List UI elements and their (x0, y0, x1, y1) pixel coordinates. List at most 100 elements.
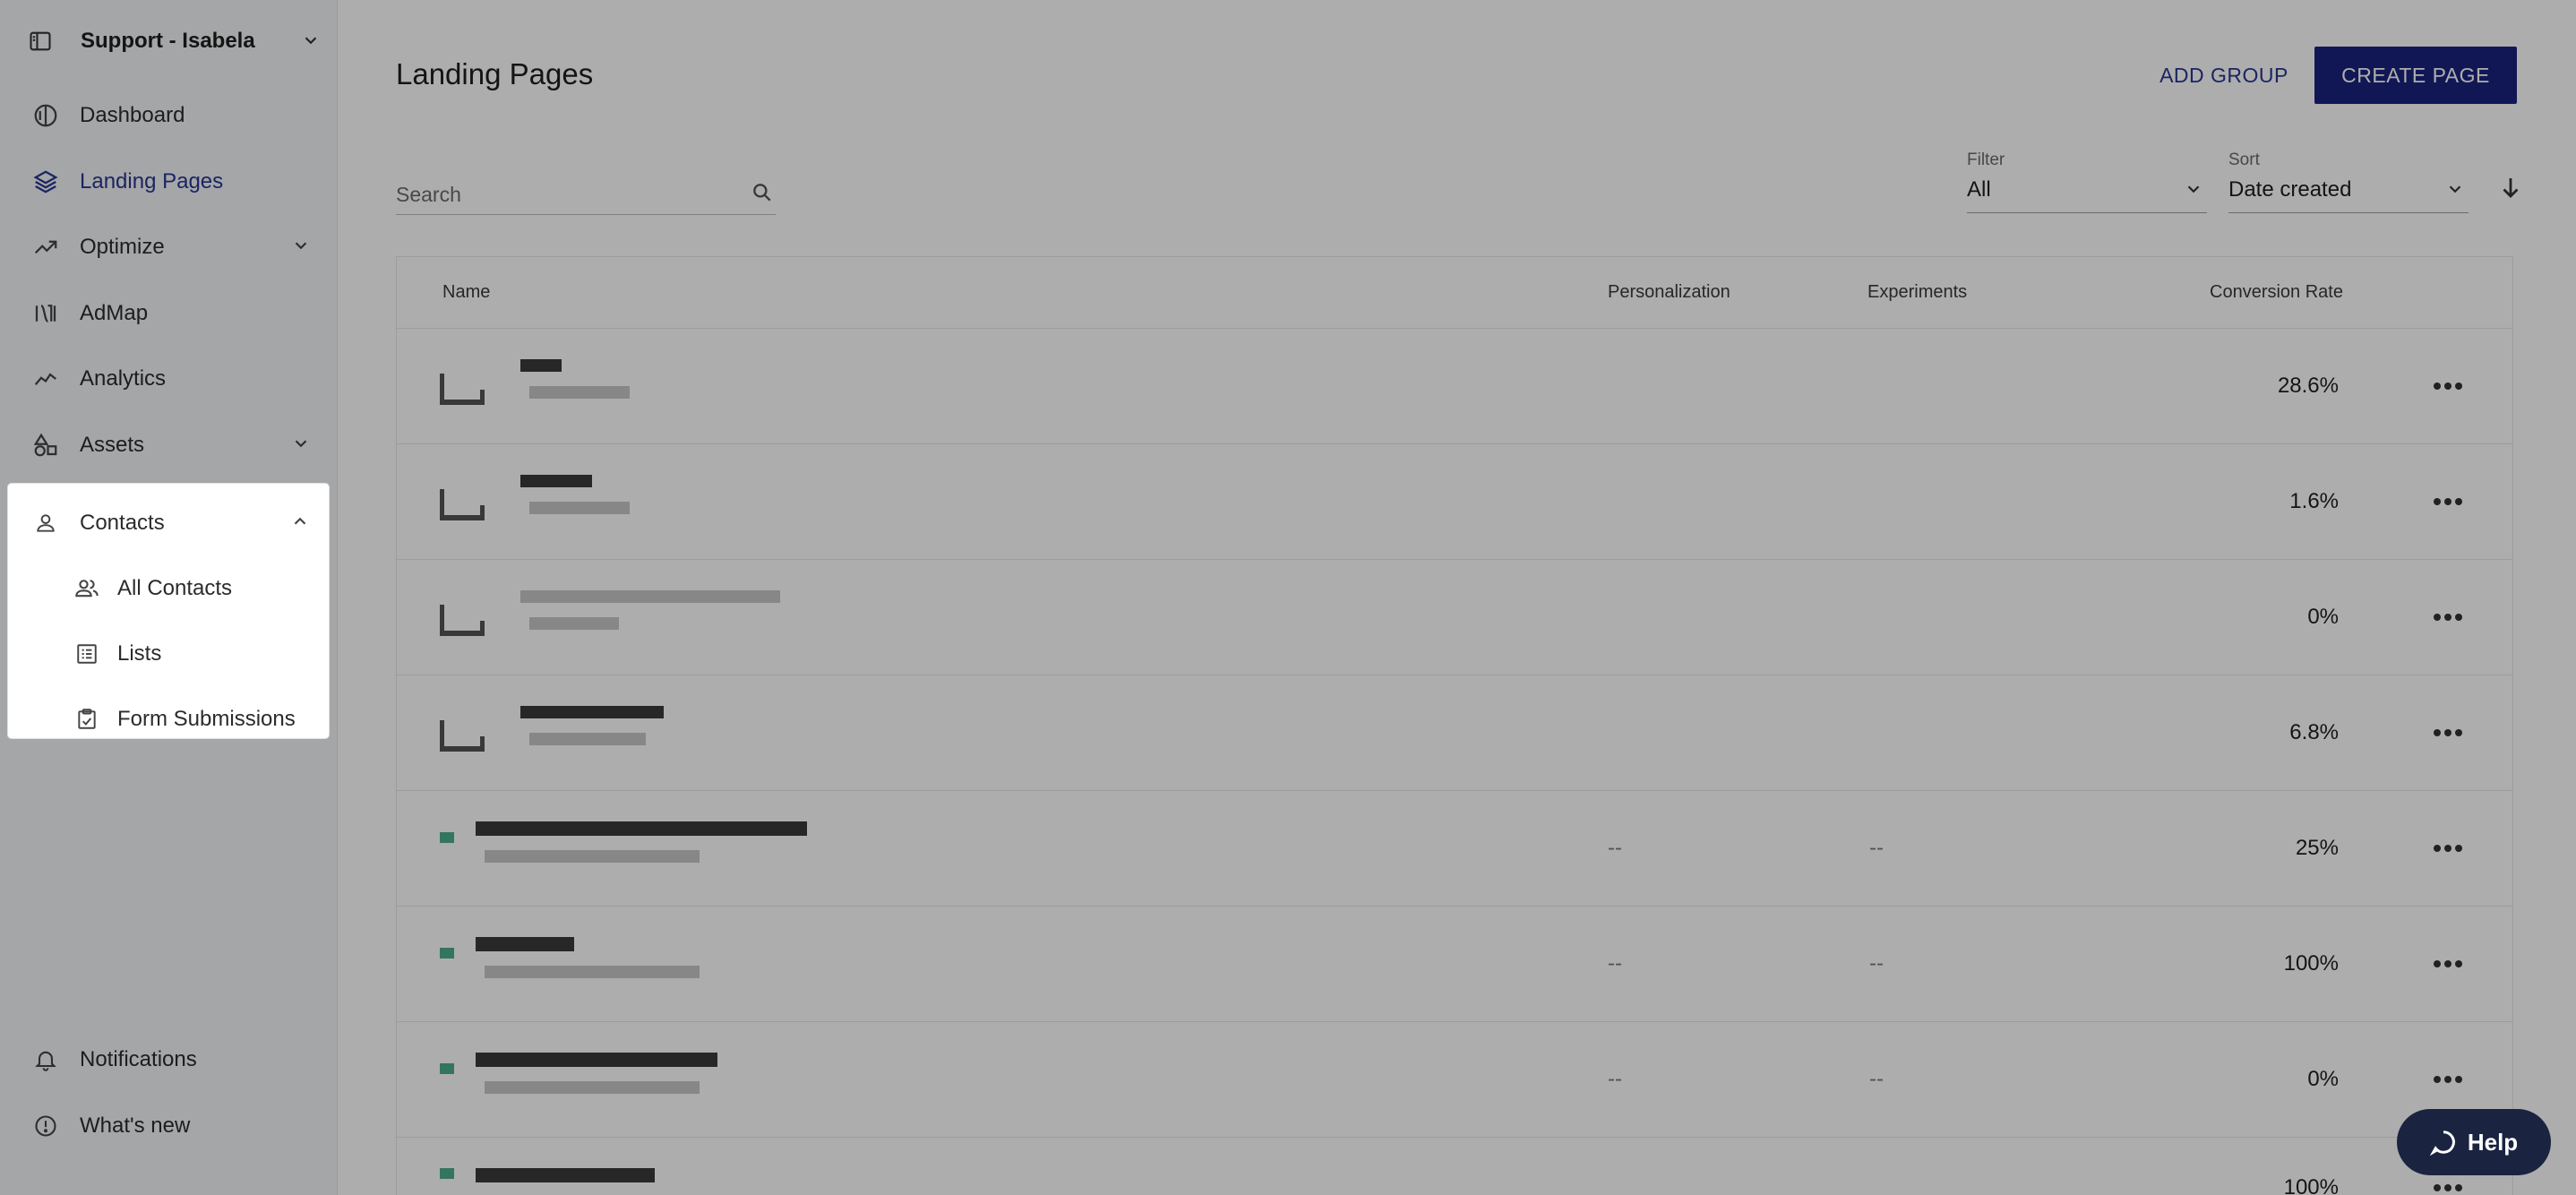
redacted-page-url (529, 617, 619, 630)
column-header-personalization[interactable]: Personalization (1608, 282, 1730, 303)
chevron-up-icon (290, 512, 310, 536)
help-label: Help (2467, 1128, 2519, 1156)
sidebar-item-assets[interactable]: Assets (0, 420, 338, 470)
landing-pages-table: Name Personalization Experiments Convers… (396, 256, 2513, 1195)
sidebar-item-label: Landing Pages (80, 169, 224, 193)
conversion-rate-cell: 0% (2307, 1067, 2339, 1091)
dashboard-icon (30, 100, 61, 131)
table-row[interactable]: 100% (397, 1138, 2512, 1195)
redacted-page-url (485, 1081, 700, 1094)
sidebar-item-dashboard[interactable]: Dashboard (0, 90, 338, 141)
sidebar-item-analytics[interactable]: Analytics (0, 354, 338, 404)
more-options-icon[interactable] (2432, 1182, 2464, 1193)
conversion-rate-cell: 100% (2283, 1175, 2339, 1195)
table-row[interactable]: -- -- 0% (397, 1022, 2512, 1138)
person-icon (30, 508, 61, 538)
page-thumbnail (440, 948, 454, 959)
page-thumbnail (440, 605, 485, 636)
redacted-page-url (529, 733, 646, 745)
table-row[interactable]: 6.8% (397, 675, 2512, 791)
filter-select[interactable]: Filter All (1967, 147, 2207, 213)
more-options-icon[interactable] (2432, 843, 2464, 854)
sidebar-item-lists[interactable]: Lists (0, 629, 321, 679)
sidebar-item-all-contacts[interactable]: All Contacts (0, 563, 321, 614)
create-page-button[interactable]: CREATE PAGE (2314, 47, 2517, 104)
sidebar-item-optimize[interactable]: Optimize (0, 222, 338, 272)
column-header-conversion-rate[interactable]: Conversion Rate (2210, 282, 2343, 303)
page-thumbnail (440, 720, 485, 752)
redacted-page-name (476, 937, 574, 951)
people-icon (72, 573, 102, 604)
experiments-cell: -- (1869, 1067, 1884, 1091)
conversion-rate-cell: 25% (2295, 836, 2339, 860)
chevron-down-icon (2184, 179, 2203, 203)
redacted-page-url (529, 502, 630, 514)
more-options-icon[interactable] (2432, 612, 2464, 623)
conversion-rate-cell: 100% (2283, 951, 2339, 976)
sidebar-item-label: Optimize (80, 235, 165, 259)
sidebar-item-notifications[interactable]: Notifications (0, 1035, 338, 1085)
sidebar-toggle-icon (25, 26, 56, 56)
sidebar-item-label: AdMap (80, 301, 149, 325)
page-thumbnail (440, 489, 485, 520)
sidebar-item-landing-pages[interactable]: Landing Pages (0, 157, 338, 207)
table-row[interactable]: 1.6% (397, 444, 2512, 560)
sidebar-item-label: What's new (80, 1113, 191, 1138)
sidebar-item-label: Assets (80, 433, 145, 457)
filter-value: All (1967, 177, 1991, 202)
sidebar-item-label: Dashboard (80, 103, 185, 127)
redacted-page-url (485, 966, 700, 978)
more-options-icon[interactable] (2432, 727, 2464, 738)
admap-icon (30, 298, 61, 329)
redacted-page-name (476, 821, 807, 836)
redacted-page-name (520, 359, 562, 372)
add-group-button[interactable]: ADD GROUP (2139, 47, 2309, 104)
table-row[interactable]: -- -- 25% (397, 791, 2512, 907)
more-options-icon[interactable] (2432, 381, 2464, 391)
redacted-page-name (520, 590, 780, 603)
sidebar-item-admap[interactable]: AdMap (0, 288, 338, 339)
sidebar-item-whats-new[interactable]: What's new (0, 1101, 338, 1151)
search-input[interactable]: Search (396, 176, 776, 215)
redacted-page-name (476, 1053, 717, 1067)
column-header-experiments[interactable]: Experiments (1868, 282, 1967, 303)
page-thumbnail (440, 1063, 454, 1074)
more-options-icon[interactable] (2432, 496, 2464, 507)
search-placeholder: Search (396, 183, 461, 206)
sidebar-item-label: Notifications (80, 1047, 197, 1071)
table-row[interactable]: 0% (397, 560, 2512, 675)
sidebar-item-label: All Contacts (117, 576, 233, 600)
redacted-page-url (485, 850, 700, 863)
trending-up-icon (30, 232, 61, 262)
contacts-menu-panel: Contacts All Contacts Lists Form Submiss… (8, 484, 329, 738)
page-thumbnail (440, 1168, 454, 1179)
conversion-rate-cell: 0% (2307, 605, 2339, 629)
table-row[interactable]: -- -- 100% (397, 907, 2512, 1022)
workspace-switcher[interactable]: Support - Isabela (25, 21, 321, 61)
table-row[interactable]: 28.6% (397, 329, 2512, 444)
more-options-icon[interactable] (2432, 1074, 2464, 1085)
conversion-rate-cell: 6.8% (2289, 720, 2339, 744)
page-thumbnail (440, 374, 485, 405)
sort-direction-arrow-icon[interactable] (2497, 174, 2524, 201)
sidebar-item-label: Analytics (80, 366, 167, 391)
help-button[interactable]: Help (2397, 1109, 2551, 1175)
sidebar-item-label: Lists (117, 641, 162, 666)
sort-caption: Sort (2228, 150, 2260, 169)
sidebar-item-label: Contacts (80, 511, 165, 535)
conversion-rate-cell: 1.6% (2289, 489, 2339, 513)
sort-select[interactable]: Sort Date created (2228, 147, 2469, 213)
sidebar-item-form-submissions[interactable]: Form Submissions (0, 694, 321, 744)
chevron-down-icon (291, 236, 311, 260)
personalization-cell: -- (1608, 836, 1622, 860)
sidebar-item-contacts[interactable]: Contacts (0, 498, 321, 548)
column-header-name[interactable]: Name (442, 282, 490, 303)
redacted-page-name (520, 475, 592, 487)
search-icon (751, 181, 774, 209)
table-header: Name Personalization Experiments Convers… (397, 257, 2512, 329)
sort-value: Date created (2228, 177, 2352, 202)
more-options-icon[interactable] (2432, 959, 2464, 969)
conversion-rate-cell: 28.6% (2277, 374, 2339, 398)
bell-icon (30, 1045, 61, 1075)
chevron-down-icon (291, 434, 311, 458)
